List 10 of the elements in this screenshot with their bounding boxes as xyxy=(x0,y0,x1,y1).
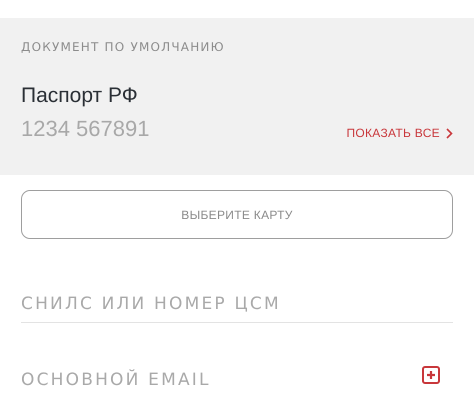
add-button[interactable] xyxy=(422,366,440,384)
plus-icon xyxy=(422,366,440,384)
input-field[interactable]: СНИЛС ИЛИ НОМЕР ЦСМ xyxy=(21,292,381,316)
chevron-icon xyxy=(446,128,453,138)
show-all-link[interactable]: ПОКАЗАТЬ ВСЕ xyxy=(346,126,453,142)
email-label: ОСНОВНОЙ EMAIL xyxy=(21,368,211,392)
document-number: 1234 567891 xyxy=(21,116,150,142)
section-heading: ДОКУМЕНТ ПО УМОЛЧАНИЮ xyxy=(21,40,226,54)
document-name: Паспорт РФ xyxy=(21,84,139,108)
select-card-button[interactable]: ВЫБЕРИТЕ КАРТУ xyxy=(21,190,453,239)
